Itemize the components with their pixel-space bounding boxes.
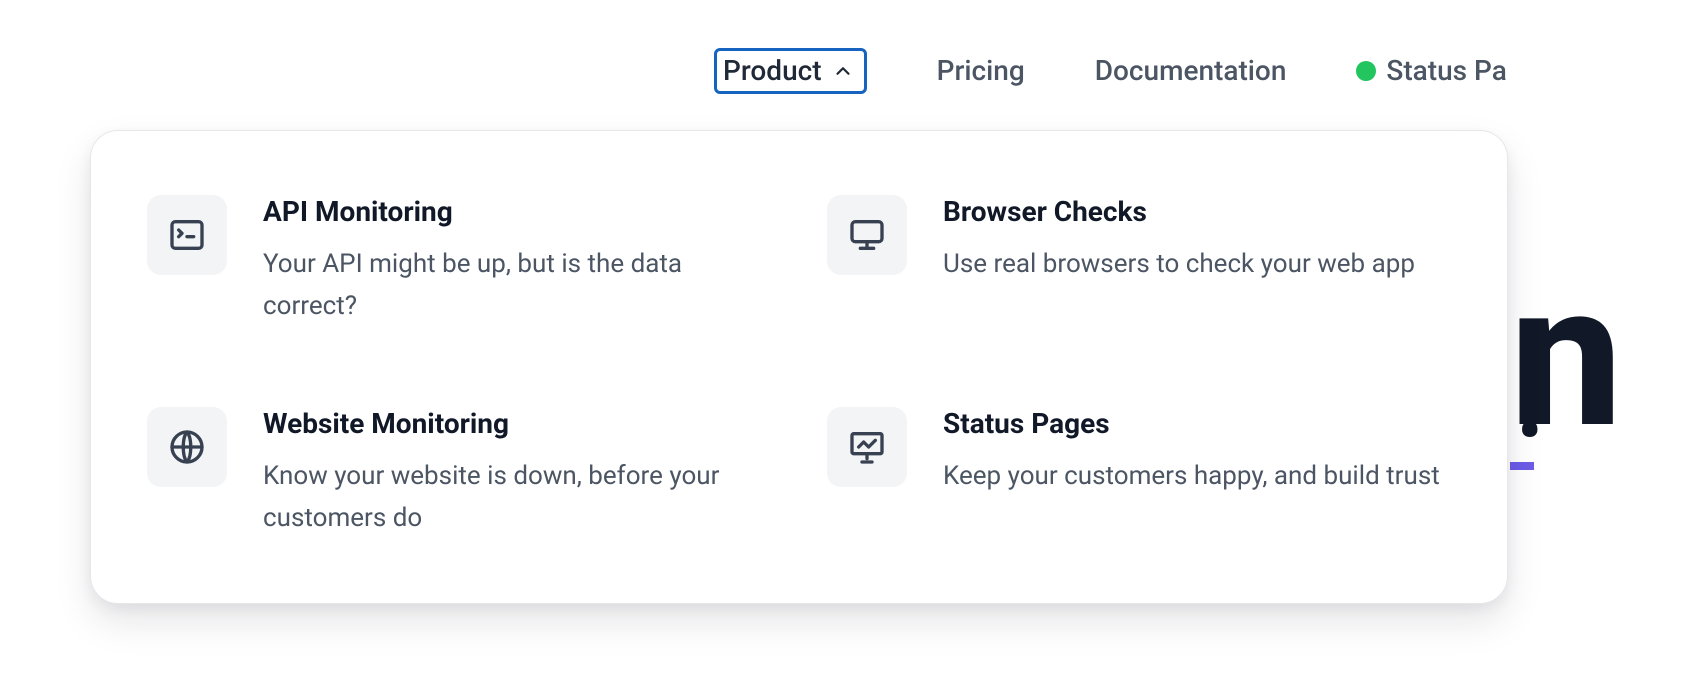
globe-icon <box>147 407 227 487</box>
nav-pricing[interactable]: Pricing <box>937 57 1025 85</box>
top-nav: Product Pricing Documentation Status Pa <box>0 48 1694 94</box>
presentation-icon <box>827 407 907 487</box>
nav-pricing-label: Pricing <box>937 57 1025 85</box>
menu-desc: Use real browsers to check your web app <box>943 244 1443 286</box>
menu-item-website-monitoring[interactable]: Website Monitoring Know your website is … <box>147 407 763 539</box>
menu-item-browser-checks[interactable]: Browser Checks Use real browsers to chec… <box>827 195 1443 327</box>
menu-desc: Your API might be up, but is the data co… <box>263 244 763 327</box>
nav-status-page[interactable]: Status Pa <box>1356 57 1506 85</box>
nav-status-page-label: Status Pa <box>1386 57 1506 85</box>
chevron-up-icon <box>832 60 854 82</box>
product-dropdown: API Monitoring Your API might be up, but… <box>90 130 1508 604</box>
menu-desc: Know your website is down, before your c… <box>263 456 763 539</box>
status-dot-icon <box>1356 61 1376 81</box>
menu-item-api-monitoring[interactable]: API Monitoring Your API might be up, but… <box>147 195 763 327</box>
menu-title: Website Monitoring <box>263 407 763 440</box>
menu-text: Browser Checks Use real browsers to chec… <box>943 195 1443 286</box>
nav-product[interactable]: Product <box>714 48 867 94</box>
menu-desc: Keep your customers happy, and build tru… <box>943 456 1443 498</box>
terminal-icon <box>147 195 227 275</box>
menu-title: Browser Checks <box>943 195 1443 228</box>
hero-fragment-underline <box>1510 462 1534 470</box>
menu-text: Status Pages Keep your customers happy, … <box>943 407 1443 498</box>
menu-item-status-pages[interactable]: Status Pages Keep your customers happy, … <box>827 407 1443 539</box>
menu-text: API Monitoring Your API might be up, but… <box>263 195 763 327</box>
menu-text: Website Monitoring Know your website is … <box>263 407 763 539</box>
desktop-icon <box>827 195 907 275</box>
nav-documentation-label: Documentation <box>1095 57 1287 85</box>
menu-title: API Monitoring <box>263 195 763 228</box>
menu-title: Status Pages <box>943 407 1443 440</box>
hero-fragment-bullet: • <box>1518 395 1541 468</box>
nav-product-label: Product <box>723 57 822 85</box>
nav-documentation[interactable]: Documentation <box>1095 57 1287 85</box>
